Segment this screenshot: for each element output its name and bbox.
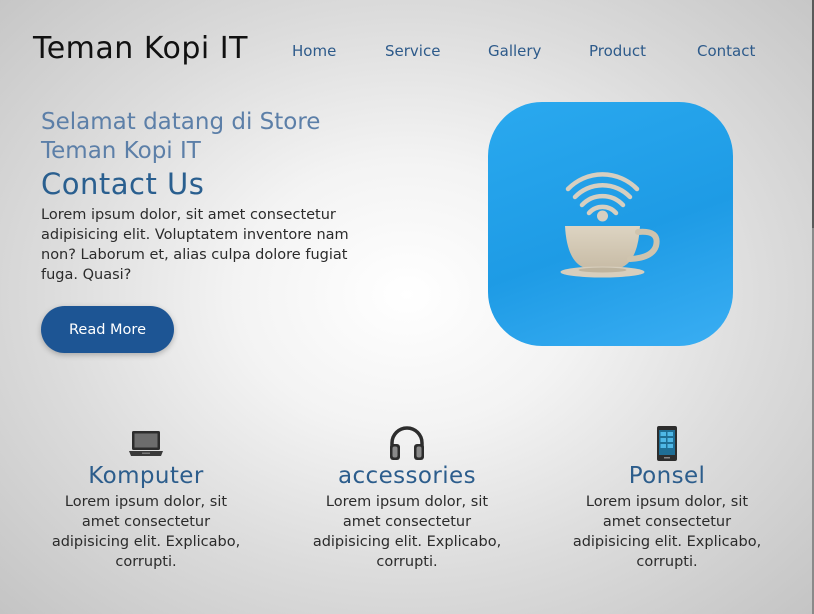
nav-service[interactable]: Service [385,42,440,60]
nav-product[interactable]: Product [589,42,646,60]
brand-logo[interactable]: Teman Kopi IT [33,31,248,66]
nav-contact[interactable]: Contact [697,42,755,60]
nav-gallery[interactable]: Gallery [488,42,541,60]
nav-home[interactable]: Home [292,42,336,60]
feature-text: Lorem ipsum dolor, sit amet consectetur … [572,494,762,570]
laptop-icon [129,431,163,456]
feature-title: Ponsel [628,463,706,489]
hero-text: Lorem ipsum dolor, sit amet consectetur … [41,207,349,283]
read-more-button[interactable]: Read More [41,306,174,353]
feature-text: Lorem ipsum dolor, sit amet consectetur … [312,494,502,570]
hero-image [488,102,733,346]
feature-komputer: Komputer Lorem ipsum dolor, sit amet con… [46,424,246,572]
feature-title: accessories [338,463,476,489]
smartphone-icon [657,426,677,461]
feature-title: Komputer [88,463,204,489]
coffee-cup-wifi-icon [560,172,660,278]
feature-accessories: accessories Lorem ipsum dolor, sit amet … [307,424,507,572]
feature-text: Lorem ipsum dolor, sit amet consectetur … [51,494,241,570]
feature-ponsel: Ponsel Lorem ipsum dolor, sit amet conse… [567,424,767,572]
hero-subtitle: Selamat datang di Store Teman Kopi IT [41,109,321,164]
headphones-icon [390,426,424,460]
hero-title: Contact Us [41,167,205,201]
